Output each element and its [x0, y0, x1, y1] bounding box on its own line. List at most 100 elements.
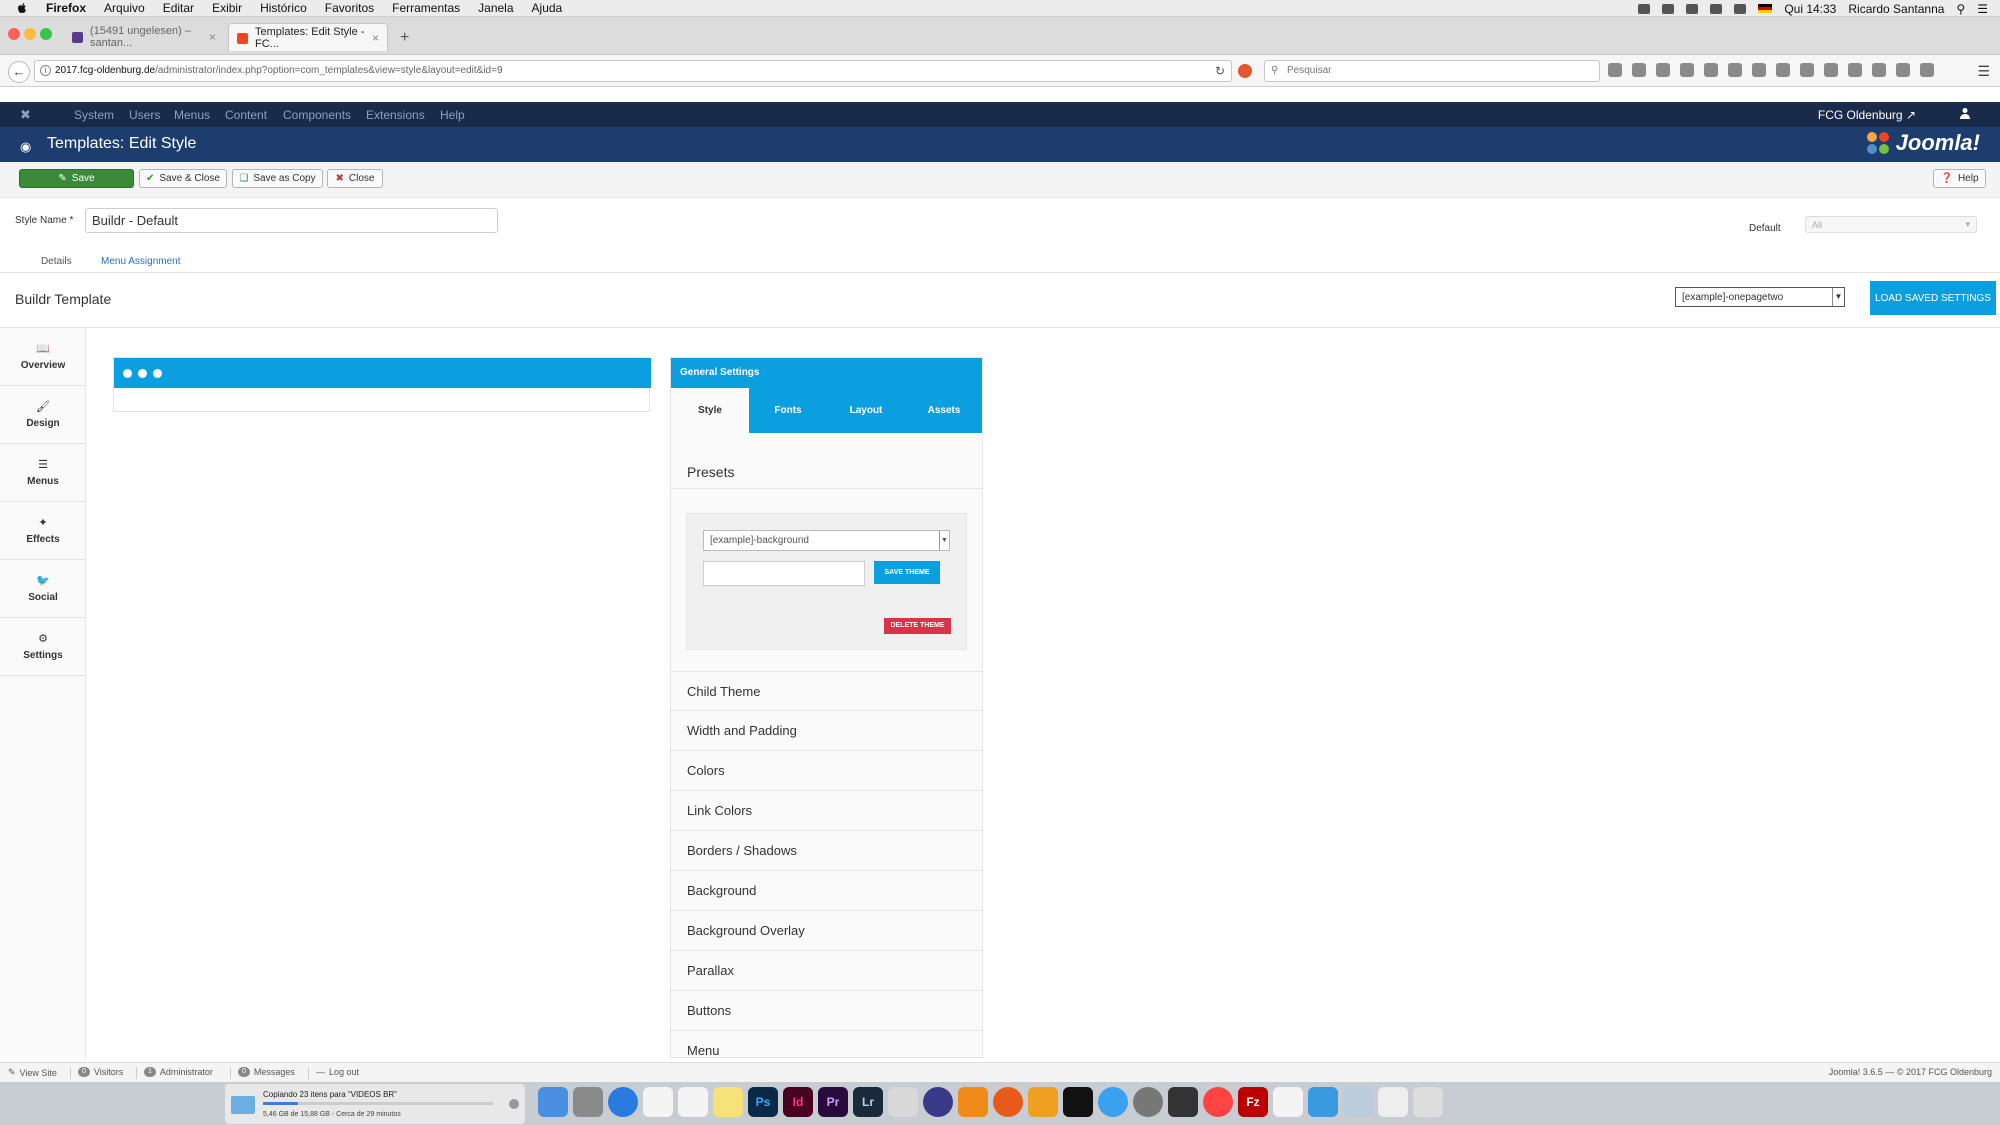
- extension-icon[interactable]: [1800, 63, 1814, 77]
- lightroom-icon[interactable]: Lr: [853, 1087, 883, 1117]
- wifi-icon[interactable]: [1734, 3, 1747, 14]
- adblock-icon[interactable]: [1238, 64, 1252, 78]
- indesign-icon[interactable]: Id: [783, 1087, 813, 1117]
- section-child-theme[interactable]: Child Theme: [671, 671, 982, 711]
- sidebar-item-effects[interactable]: ✦ Effects: [0, 502, 86, 560]
- trash-icon[interactable]: [1413, 1087, 1443, 1117]
- system-preferences-icon[interactable]: [1133, 1087, 1163, 1117]
- installer-icon[interactable]: [1378, 1087, 1408, 1117]
- save-button[interactable]: ✎ Save: [19, 169, 134, 188]
- pocket-icon[interactable]: [1704, 63, 1718, 77]
- delete-theme-button[interactable]: DELETE THEME: [884, 618, 951, 634]
- menu-arquivo[interactable]: Arquivo: [104, 1, 145, 15]
- saved-preset-select[interactable]: [example]-onepagetwo ▼: [1675, 287, 1845, 307]
- url-bar[interactable]: i 2017.fcg-oldenburg.de/administrator/in…: [34, 60, 1232, 82]
- save-close-button[interactable]: ✔ Save & Close: [139, 169, 227, 188]
- photoshop-icon[interactable]: Ps: [748, 1087, 778, 1117]
- menu-exibir[interactable]: Exibir: [212, 1, 242, 15]
- sidebar-item-design[interactable]: 🖌 Design: [0, 386, 86, 444]
- default-select[interactable]: All ▾: [1805, 216, 1977, 233]
- extension-icon[interactable]: [1728, 63, 1742, 77]
- site-info-icon[interactable]: i: [40, 65, 51, 76]
- section-buttons[interactable]: Buttons: [671, 991, 982, 1031]
- sidebar-item-menus[interactable]: ☰ Menus: [0, 444, 86, 502]
- close-tab-icon[interactable]: ×: [209, 30, 216, 44]
- messages-status[interactable]: 0 Messages: [238, 1067, 295, 1077]
- adobe-icon[interactable]: [1638, 3, 1651, 14]
- spotlight-icon[interactable]: ⚲: [1956, 2, 1965, 16]
- flag-de-icon[interactable]: [1758, 4, 1773, 13]
- stickies-icon[interactable]: [713, 1087, 743, 1117]
- user-name[interactable]: Ricardo Santanna: [1848, 2, 1944, 16]
- new-tab-button[interactable]: +: [400, 29, 409, 47]
- appstore-icon[interactable]: [1098, 1087, 1128, 1117]
- stop-copy-icon[interactable]: [509, 1099, 519, 1109]
- notes-icon[interactable]: [678, 1087, 708, 1117]
- extension-icon[interactable]: [1896, 63, 1910, 77]
- site-link[interactable]: FCG Oldenburg ↗: [1818, 108, 1916, 122]
- extension-icon[interactable]: [1776, 63, 1790, 77]
- section-background[interactable]: Background: [671, 871, 982, 911]
- tab-menu-assignment[interactable]: Menu Assignment: [101, 250, 181, 272]
- home-icon[interactable]: [1680, 63, 1694, 77]
- volume-icon[interactable]: [1710, 3, 1723, 14]
- books-icon[interactable]: [1168, 1087, 1198, 1117]
- menu-janela[interactable]: Janela: [478, 1, 513, 15]
- sun-icon[interactable]: [1028, 1087, 1058, 1117]
- close-button[interactable]: ✖ Close: [327, 169, 383, 188]
- close-tab-icon[interactable]: ×: [372, 31, 379, 45]
- nav-system[interactable]: System: [74, 108, 114, 122]
- extension-icon[interactable]: [1824, 63, 1838, 77]
- bookmark-star-icon[interactable]: [1608, 63, 1622, 77]
- nav-components[interactable]: Components: [283, 108, 351, 122]
- nav-users[interactable]: Users: [129, 108, 160, 122]
- window-minimize-button[interactable]: [24, 28, 36, 40]
- back-button[interactable]: ←: [8, 61, 30, 83]
- firefox-icon[interactable]: [993, 1087, 1023, 1117]
- clock[interactable]: Qui 14:33: [1784, 2, 1836, 16]
- textedit-icon[interactable]: [643, 1087, 673, 1117]
- logout-link[interactable]: — Log out: [316, 1067, 359, 1077]
- help-button[interactable]: ❓ Help: [1933, 169, 1986, 188]
- section-background-overlay[interactable]: Background Overlay: [671, 911, 982, 951]
- browser-tab-templates[interactable]: Templates: Edit Style - FC... ×: [228, 23, 388, 51]
- section-link-colors[interactable]: Link Colors: [671, 791, 982, 831]
- menu-editar[interactable]: Editar: [163, 1, 194, 15]
- search-input[interactable]: ⚲ Pesquisar: [1264, 60, 1600, 82]
- dropbox-icon[interactable]: [1662, 3, 1675, 14]
- extension-icon[interactable]: [1848, 63, 1862, 77]
- reload-icon[interactable]: ↻: [1215, 61, 1225, 81]
- section-width-padding[interactable]: Width and Padding: [671, 711, 982, 751]
- load-saved-settings-button[interactable]: LOAD SAVED SETTINGS: [1870, 281, 1996, 315]
- apple-icon[interactable]: [16, 2, 28, 14]
- sidebar-item-social[interactable]: 🐦 Social: [0, 560, 86, 618]
- menu-ajuda[interactable]: Ajuda: [532, 1, 563, 15]
- extension-icon[interactable]: [1920, 63, 1934, 77]
- menu-favoritos[interactable]: Favoritos: [325, 1, 374, 15]
- menu-historico[interactable]: Histórico: [260, 1, 307, 15]
- timemachine-icon[interactable]: [1686, 3, 1699, 14]
- audio-icon[interactable]: [923, 1087, 953, 1117]
- save-theme-button[interactable]: SAVE THEME: [874, 561, 940, 584]
- section-parallax[interactable]: Parallax: [671, 951, 982, 991]
- window-close-button[interactable]: [8, 28, 20, 40]
- visitors-status[interactable]: 0 Visitors: [78, 1067, 123, 1077]
- tab-details[interactable]: Details: [41, 250, 72, 272]
- tab-style[interactable]: Style: [671, 388, 749, 433]
- vlc-icon[interactable]: [958, 1087, 988, 1117]
- nav-content[interactable]: Content: [225, 108, 267, 122]
- notification-center-icon[interactable]: ☰: [1977, 2, 1988, 16]
- tab-layout[interactable]: Layout: [827, 388, 905, 433]
- preview-icon[interactable]: [1343, 1087, 1373, 1117]
- hamburger-menu-icon[interactable]: ☰: [1977, 63, 1990, 80]
- joomla-logo-icon[interactable]: ✖: [20, 108, 33, 121]
- acrobat-icon[interactable]: [1273, 1087, 1303, 1117]
- terminal-icon[interactable]: [1063, 1087, 1093, 1117]
- nav-help[interactable]: Help: [440, 108, 465, 122]
- browser-tab-mail[interactable]: (15491 ungelesen) – santan... ×: [64, 23, 224, 51]
- extension-icon[interactable]: [1872, 63, 1886, 77]
- download-icon[interactable]: [1656, 63, 1670, 77]
- save-copy-button[interactable]: ❏ Save as Copy: [232, 169, 323, 188]
- finder-icon[interactable]: [538, 1087, 568, 1117]
- photos-icon[interactable]: [1203, 1087, 1233, 1117]
